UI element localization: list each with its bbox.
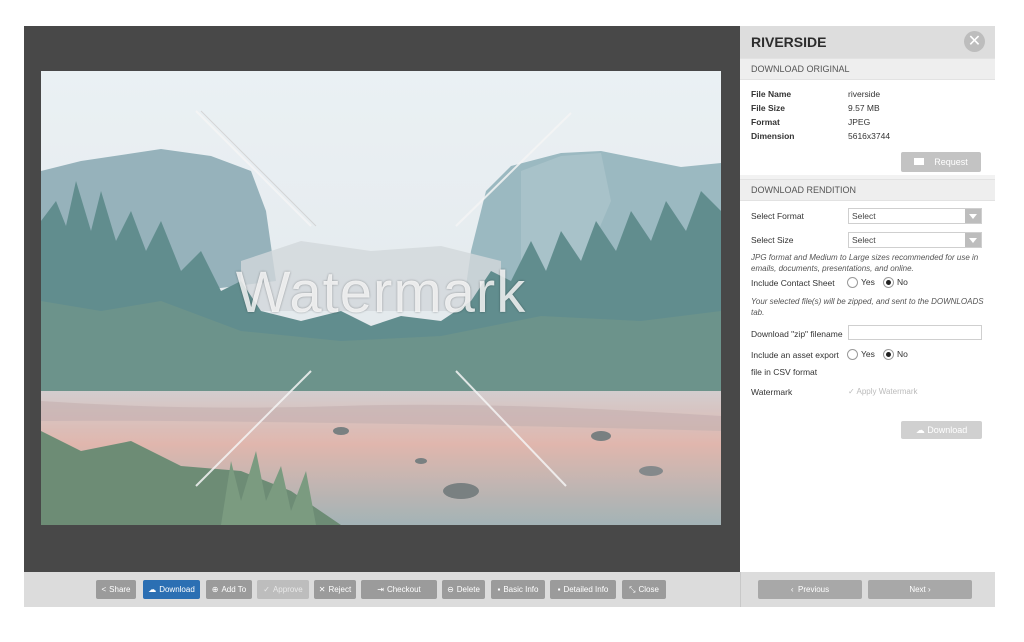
contact-sheet-label: Include Contact Sheet [751, 278, 835, 288]
add-to-button[interactable]: ⊕ Add To [206, 580, 252, 599]
envelope-icon [914, 158, 925, 166]
select-size-dropdown[interactable]: Select [848, 232, 982, 248]
file-name-row: File Name riverside [751, 89, 881, 99]
bottom-toolbar: < Share ☁ Download ⊕ Add To ✓ Approve ✕ Rejec… [24, 572, 740, 607]
zip-filename-label: Download "zip" filename [751, 329, 843, 339]
download-rendition-button[interactable]: ☁ Download [901, 421, 982, 439]
download-panel: RIVERSIDE ✕ DOWNLOAD ORIGINAL File Name r… [740, 26, 995, 572]
next-button[interactable]: Next › [868, 580, 972, 599]
detailed-info-button[interactable]: ▪ Detailed Info [550, 580, 616, 599]
chevron-down-icon [965, 209, 981, 223]
chevron-left-icon: ‹ [790, 585, 794, 594]
dimension-row: Dimension 5616x3744 [751, 131, 891, 141]
reject-button[interactable]: ✕ Reject [314, 580, 356, 599]
select-size-label: Select Size [751, 235, 794, 245]
radio-selected-icon [883, 277, 894, 289]
book-icon: ▪ [557, 585, 561, 594]
contact-sheet-no[interactable]: No [883, 277, 908, 289]
share-button[interactable]: < Share [96, 580, 136, 599]
zip-filename-input[interactable] [848, 325, 982, 340]
download-original-header: DOWNLOAD ORIGINAL [740, 58, 995, 80]
apply-watermark-checkbox[interactable]: ✓ Apply Watermark [848, 387, 918, 396]
delete-button[interactable]: ⊖ Delete [442, 580, 485, 599]
cloud-download-icon: ☁ [148, 585, 157, 594]
radio-icon [847, 277, 858, 289]
preview-image: Watermark [41, 71, 721, 525]
plus-icon: ⊕ [211, 585, 219, 594]
select-format-label: Select Format [751, 211, 804, 221]
checkout-icon: ⇥ [377, 585, 384, 594]
asset-export-label-2: file in CSV format [751, 367, 818, 377]
radio-selected-icon [883, 349, 894, 361]
size-note: JPG format and Medium to Large sizes rec… [751, 253, 979, 273]
watermark-label: Watermark [751, 387, 793, 397]
file-size-row: File Size 9.57 MB [751, 103, 880, 113]
x-icon: ✕ [318, 585, 326, 594]
asset-export-label: Include an asset export [751, 350, 839, 360]
collapse-icon: ⤡ [629, 585, 636, 594]
asset-export-yes[interactable]: Yes [847, 349, 875, 361]
close-icon[interactable]: ✕ [964, 31, 985, 52]
select-format-dropdown[interactable]: Select [848, 208, 982, 224]
format-row: Format JPEG [751, 117, 871, 127]
previous-button[interactable]: ‹ Previous [758, 580, 862, 599]
navigation-bar: ‹ Previous Next › [740, 572, 995, 607]
chevron-right-icon: › [928, 585, 931, 594]
check-icon: ✓ [263, 585, 270, 594]
watermark-text: Watermark [235, 260, 527, 325]
rendition-form: Select Format Select Select Size Select … [740, 201, 995, 481]
download-rendition-header: DOWNLOAD RENDITION [740, 179, 995, 201]
radio-icon [847, 349, 858, 361]
panel-header: RIVERSIDE ✕ [740, 26, 995, 58]
download-button[interactable]: ☁ Download [143, 580, 200, 599]
zip-note: Your selected file(s) will be zipped, an… [751, 297, 984, 317]
panel-title: RIVERSIDE [751, 34, 827, 50]
close-button[interactable]: ⤡ Close [622, 580, 666, 599]
basic-info-button[interactable]: ▪ Basic Info [491, 580, 545, 599]
approve-button[interactable]: ✓ Approve [257, 580, 309, 599]
checkmark-icon: ✓ [848, 387, 855, 396]
chevron-down-icon [965, 233, 981, 247]
asset-export-no[interactable]: No [883, 349, 908, 361]
checkout-button[interactable]: ⇥ Checkout [361, 580, 437, 599]
book-icon: ▪ [497, 585, 501, 594]
minus-circle-icon: ⊖ [447, 585, 454, 594]
request-button[interactable]: Request [901, 152, 981, 172]
contact-sheet-yes[interactable]: Yes [847, 277, 875, 289]
file-info: File Name riverside File Size 9.57 MB Form… [740, 80, 995, 175]
share-icon: < [101, 585, 107, 594]
cloud-download-icon: ☁ [915, 425, 925, 435]
